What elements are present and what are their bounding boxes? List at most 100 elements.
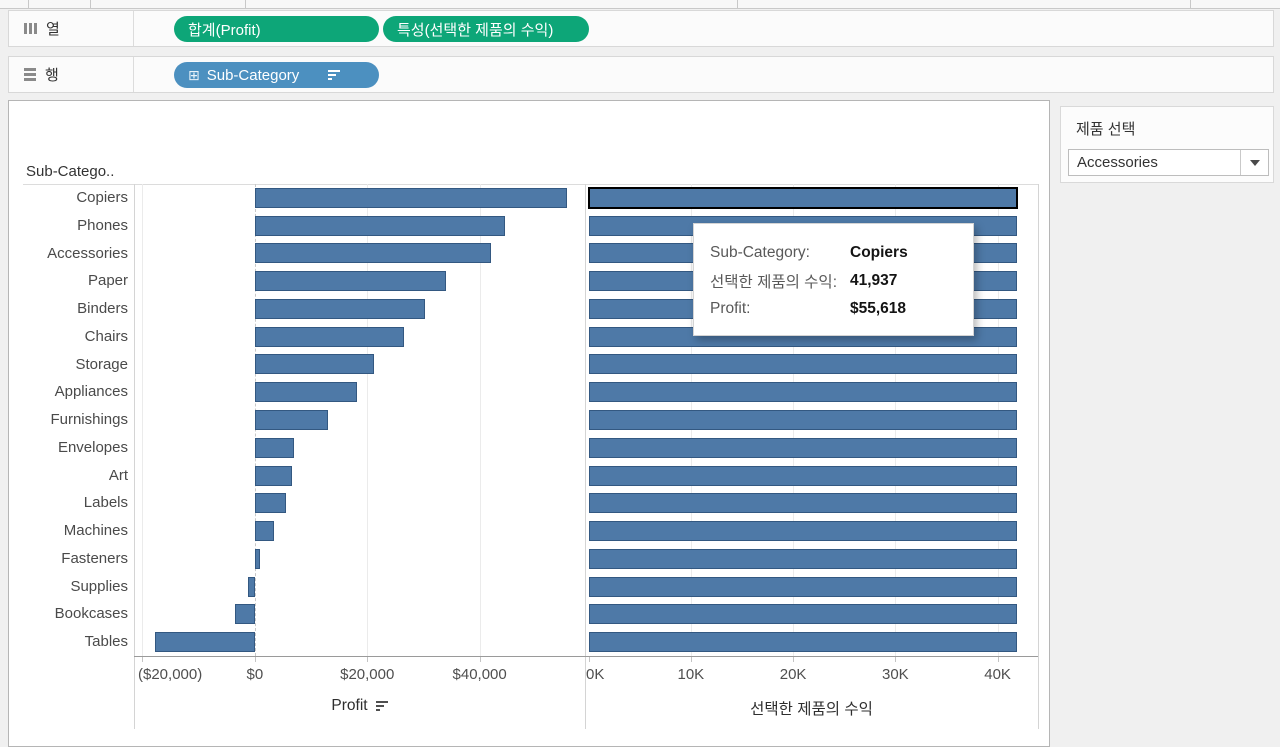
bar-profit-fasteners[interactable] (254, 548, 261, 569)
worksheet-canvas: Sub-Catego.. Copiers Phones Accessories Pap… (8, 100, 1050, 747)
bar-profit-tables[interactable] (155, 632, 255, 653)
axis-tick-label: 0K (586, 666, 605, 683)
parameter-selected-value: Accessories (1077, 154, 1158, 171)
bar-profit-phones[interactable] (254, 215, 505, 236)
row-label-machines[interactable]: Machines (9, 517, 128, 545)
pill-sum-profit[interactable]: 합계(Profit) (174, 16, 379, 42)
axis-tick-label: 40K (984, 666, 1011, 683)
row-label-bookcases[interactable]: Bookcases (9, 600, 128, 628)
parameter-title: 제품 선택 (1076, 121, 1136, 138)
axis-tick (142, 657, 144, 662)
row-label-labels[interactable]: Labels (9, 489, 128, 517)
columns-shelf: 열 합계(Profit) 특성(선택한 제품의 수익) (8, 10, 1274, 47)
row-label-fasteners[interactable]: Fasteners (9, 545, 128, 573)
dropdown-arrow-cell[interactable] (1240, 150, 1268, 175)
bar-selected-revenue-art[interactable] (588, 465, 1018, 486)
tooltip-label: 선택한 제품의 수익: (710, 274, 837, 291)
tooltip-value: $55,618 (850, 300, 907, 317)
axis-tick (997, 657, 999, 662)
axis-tick (367, 657, 369, 662)
axis-tick-label: $0 (246, 666, 264, 683)
row-label-chairs[interactable]: Chairs (9, 323, 128, 351)
bar-selected-revenue-furnishings[interactable] (588, 410, 1018, 430)
bar-profit-chairs[interactable] (254, 326, 405, 347)
sort-descending-icon[interactable] (375, 701, 388, 711)
pane-separator (585, 184, 586, 729)
axis-title-profit[interactable]: Profit (134, 697, 585, 715)
tooltip-row: Sub-Category: Copiers (710, 239, 973, 267)
row-label-phones[interactable]: Phones (9, 212, 128, 240)
bar-profit-paper[interactable] (254, 271, 447, 292)
strip-divider (737, 0, 738, 8)
sort-descending-icon[interactable] (328, 70, 341, 80)
row-label-envelopes[interactable]: Envelopes (9, 434, 128, 462)
strip-divider (90, 0, 91, 8)
pill-attr-selected-product-revenue[interactable]: 특성(선택한 제품의 수익) (383, 16, 589, 42)
row-label-binders[interactable]: Binders (9, 295, 128, 323)
bar-selected-revenue-copiers[interactable] (587, 186, 1019, 209)
axis-tick (895, 657, 897, 662)
row-label-paper[interactable]: Paper (9, 267, 128, 295)
row-label-storage[interactable]: Storage (9, 351, 128, 379)
axis-tick (690, 657, 692, 662)
axis-tick (588, 657, 590, 662)
bar-profit-accessories[interactable] (254, 243, 491, 264)
axis-tick-label: $40,000 (452, 666, 507, 683)
tooltip-value: Copiers (850, 244, 908, 261)
bar-profit-art[interactable] (254, 465, 292, 486)
rows-shelf-label-area: 행 (9, 57, 134, 92)
tooltip-row: Profit: $55,618 (710, 295, 973, 323)
bar-profit-binders[interactable] (254, 298, 425, 319)
bar-selected-revenue-tables[interactable] (588, 632, 1018, 653)
bar-selected-revenue-bookcases[interactable] (588, 604, 1018, 625)
bar-selected-revenue-supplies[interactable] (588, 576, 1018, 597)
bar-selected-revenue-machines[interactable] (588, 521, 1018, 542)
expand-hierarchy-icon[interactable]: ⊞ (188, 68, 200, 82)
row-label-accessories[interactable]: Accessories (9, 240, 128, 268)
mark-tooltip: Sub-Category: Copiers 선택한 제품의 수익: 41,937… (693, 223, 974, 336)
bar-selected-revenue-labels[interactable] (588, 493, 1018, 514)
bar-selected-revenue-envelopes[interactable] (588, 437, 1018, 458)
bar-profit-labels[interactable] (254, 493, 286, 514)
bar-profit-storage[interactable] (254, 354, 375, 375)
pill-label: 특성(선택한 제품의 수익) (397, 21, 554, 39)
axis-tick (479, 657, 481, 662)
axis-tick-label: 20K (779, 666, 807, 683)
tooltip-row: 선택한 제품의 수익: 41,937 (710, 267, 973, 295)
bar-selected-revenue-fasteners[interactable] (588, 548, 1018, 569)
bar-profit-machines[interactable] (254, 521, 274, 542)
gridline (142, 184, 144, 656)
strip-divider (28, 0, 29, 8)
bar-selected-revenue-appliances[interactable] (588, 382, 1018, 403)
row-label-appliances[interactable]: Appliances (9, 378, 128, 406)
row-label-art[interactable]: Art (9, 462, 128, 490)
columns-shelf-label-area: 열 (9, 11, 134, 46)
row-label-copiers[interactable]: Copiers (9, 184, 128, 212)
plot-top-border (23, 184, 1038, 185)
row-label-tables[interactable]: Tables (9, 628, 128, 656)
bar-profit-bookcases[interactable] (235, 604, 255, 625)
bar-profit-envelopes[interactable] (254, 437, 294, 458)
bar-profit-copiers[interactable] (254, 187, 568, 208)
axis-tick (254, 657, 256, 662)
pill-label: Sub-Category (206, 66, 300, 84)
bar-profit-appliances[interactable] (254, 382, 357, 403)
pill-sub-category[interactable]: ⊞ Sub-Category (174, 62, 379, 88)
tooltip-value: 41,937 (850, 272, 898, 289)
axis-tick-label: $20,000 (340, 666, 395, 683)
axis-tick-label: ($20,000) (138, 666, 203, 683)
parameter-dropdown[interactable]: Accessories (1068, 149, 1269, 176)
row-label-furnishings[interactable]: Furnishings (9, 406, 128, 434)
axis-title-selected-product-revenue[interactable]: 선택한 제품의 수익 (585, 697, 1038, 719)
rows-icon (24, 68, 36, 81)
axis-tick (793, 657, 795, 662)
tooltip-label: Sub-Category: (710, 244, 810, 261)
axis-line (134, 656, 1038, 657)
bar-profit-furnishings[interactable] (254, 410, 329, 430)
pane-separator (134, 184, 135, 729)
bar-profit-supplies[interactable] (248, 576, 255, 597)
row-label-supplies[interactable]: Supplies (9, 573, 128, 601)
columns-icon (24, 23, 37, 34)
bar-selected-revenue-storage[interactable] (588, 354, 1018, 375)
row-field-header[interactable]: Sub-Catego.. (26, 163, 114, 180)
